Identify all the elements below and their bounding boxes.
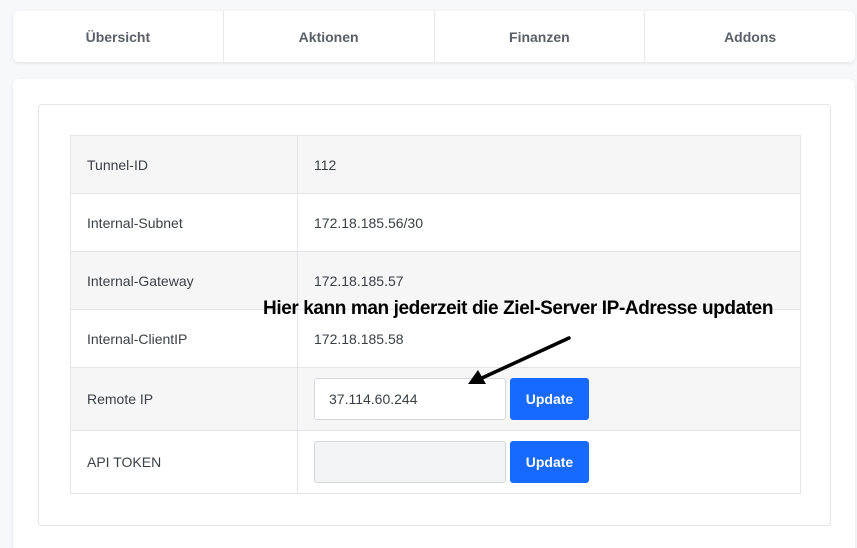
row-label-tunnel-id: Tunnel-ID: [70, 135, 298, 194]
api-token-input[interactable]: [314, 441, 506, 483]
row-label-remote-ip: Remote IP: [70, 367, 298, 431]
update-api-token-button[interactable]: Update: [510, 441, 589, 483]
remote-ip-form: Update: [314, 378, 784, 420]
row-value-tunnel-id: 112: [297, 135, 801, 194]
annotation-text: Hier kann man jederzeit die Ziel-Server …: [263, 298, 774, 319]
update-remote-ip-button[interactable]: Update: [510, 378, 589, 420]
tab-addons[interactable]: Addons: [645, 11, 855, 62]
tab-aktionen[interactable]: Aktionen: [224, 11, 435, 62]
table-row: Tunnel-ID 112: [70, 135, 801, 194]
table-row: Internal-Subnet 172.18.185.56/30: [70, 193, 801, 252]
tab-bar: Übersicht Aktionen Finanzen Addons: [13, 11, 855, 62]
remote-ip-input[interactable]: [314, 378, 506, 420]
table-row: Remote IP Update: [70, 367, 801, 431]
page: Übersicht Aktionen Finanzen Addons Tunne…: [0, 0, 857, 548]
table-row: API TOKEN Update: [70, 430, 801, 494]
tab-uebersicht[interactable]: Übersicht: [13, 11, 224, 62]
tab-finanzen[interactable]: Finanzen: [435, 11, 646, 62]
remote-ip-cell: Update: [297, 367, 801, 431]
row-label-api-token: API TOKEN: [70, 430, 298, 494]
api-token-cell: Update: [297, 430, 801, 494]
row-label-internal-subnet: Internal-Subnet: [70, 193, 298, 252]
api-token-form: Update: [314, 441, 784, 483]
row-value-internal-subnet: 172.18.185.56/30: [297, 193, 801, 252]
